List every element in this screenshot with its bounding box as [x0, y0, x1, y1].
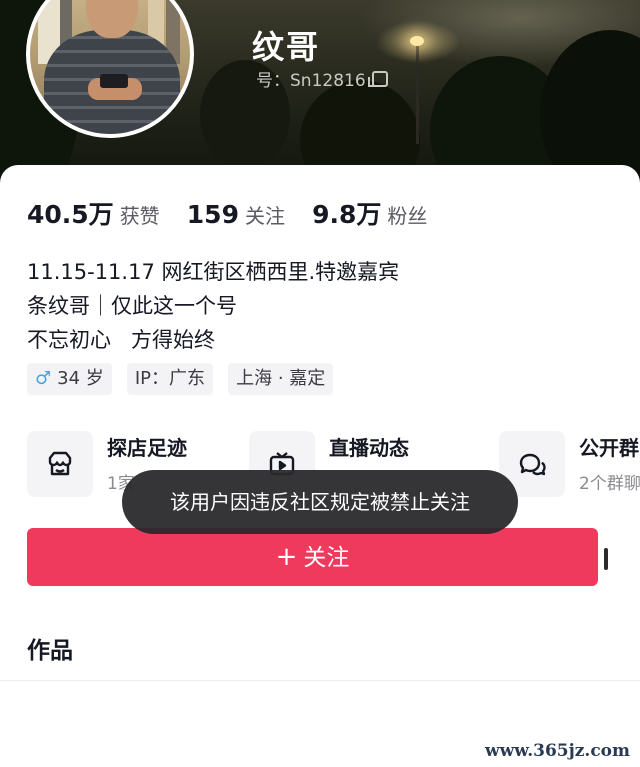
- location-tag[interactable]: 上海 · 嘉定: [228, 363, 334, 395]
- divider: [0, 680, 640, 681]
- stat-followers-value: 9.8万: [312, 200, 382, 229]
- age-tag: ♂ 34 岁: [27, 363, 112, 395]
- feature-title: 公开群: [579, 436, 639, 460]
- feature-subtitle: 2个群聊: [579, 474, 640, 494]
- feature-public-groups[interactable]: 公开群 2个群聊: [499, 429, 640, 501]
- stat-followers-label: 粉丝: [387, 204, 428, 228]
- stat-likes-label: 获赞: [119, 204, 160, 228]
- bio-line: 11.15-11.17 网红街区栖西里.特邀嘉宾: [27, 260, 400, 284]
- profile-card: 40.5万 获赞 159 关注 9.8万 粉丝 11.15-11.17 网红街区栖西里…: [0, 165, 640, 767]
- profile-id-text: 号：Sn12816: [256, 71, 366, 91]
- toast-message: 该用户因违反社区规定被禁止关注: [122, 470, 518, 534]
- profile-name: 纹哥: [252, 28, 321, 66]
- more-button-edge[interactable]: [604, 548, 608, 570]
- stats-row: 40.5万 获赞 159 关注 9.8万 粉丝: [27, 195, 449, 231]
- stat-following-value: 159: [186, 200, 239, 229]
- stat-likes[interactable]: 40.5万 获赞: [27, 195, 160, 231]
- ip-tag: IP：广东: [126, 363, 214, 395]
- follow-button-label: 关注: [303, 545, 350, 571]
- stat-following[interactable]: 159 关注: [187, 200, 285, 229]
- stat-following-label: 关注: [244, 204, 285, 228]
- copy-icon[interactable]: [367, 71, 388, 87]
- avatar[interactable]: [26, 0, 194, 138]
- shop-icon: [27, 431, 93, 497]
- bio-line: 不忘初心 方得始终: [27, 328, 216, 352]
- profile-id: 号：Sn12816: [256, 66, 388, 91]
- plus-icon: +: [275, 542, 298, 572]
- profile-bio: 11.15-11.17 网红街区栖西里.特邀嘉宾 条纹哥｜仅此这一个号 不忘初心…: [27, 255, 399, 357]
- bio-line: 条纹哥｜仅此这一个号: [27, 294, 237, 318]
- stat-likes-value: 40.5万: [27, 200, 114, 229]
- age-text: 34 岁: [57, 368, 104, 389]
- stat-followers[interactable]: 9.8万 粉丝: [312, 195, 427, 231]
- watermark: www.365jz.com: [485, 741, 630, 761]
- male-icon: ♂: [35, 368, 52, 389]
- feature-title: 探店足迹: [107, 436, 187, 460]
- feature-title: 直播动态: [329, 436, 409, 460]
- tab-works[interactable]: 作品: [27, 631, 73, 665]
- street-lamp: [410, 36, 424, 46]
- profile-tags: ♂ 34 岁 IP：广东 上海 · 嘉定: [27, 363, 343, 395]
- follow-button[interactable]: + 关注: [27, 528, 598, 586]
